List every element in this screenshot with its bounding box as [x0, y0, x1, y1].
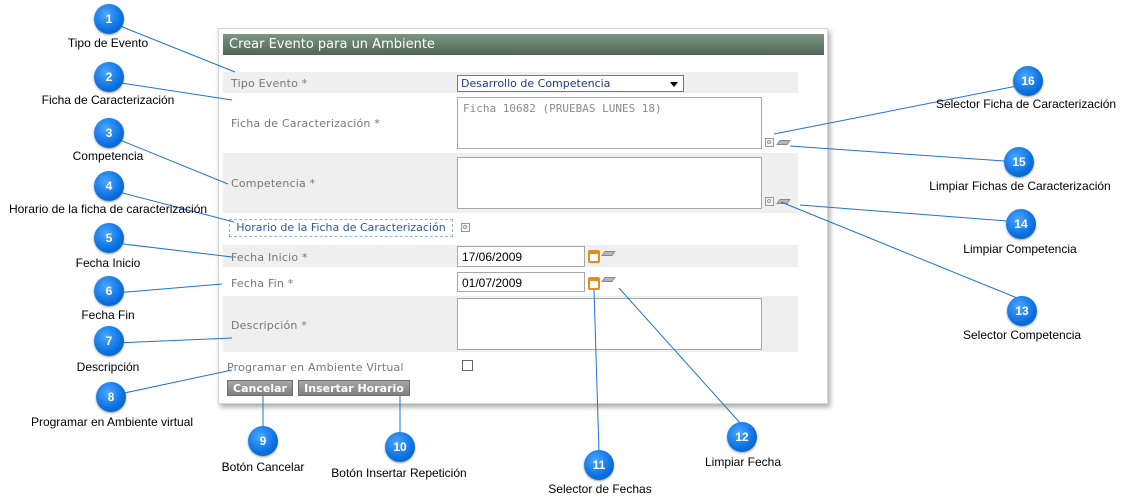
- callout-label-9: Botón Cancelar: [221, 460, 305, 474]
- callout-label-2: Ficha de Caracterización: [41, 93, 175, 107]
- ficha-selector-icon[interactable]: [765, 138, 774, 147]
- virtual-checkbox[interactable]: [462, 360, 473, 371]
- callout-line-6: [114, 283, 223, 294]
- callout-label-16: Selector Ficha de Caracterización: [935, 97, 1117, 111]
- fecha-inicio-field[interactable]: 17/06/2009: [457, 246, 585, 267]
- callout-badge-7: 7: [94, 326, 124, 356]
- callout-label-8: Programar en Ambiente virtual: [30, 415, 194, 429]
- fecha-inicio-clear-icon[interactable]: [602, 248, 615, 257]
- fecha-inicio-label: Fecha Inicio *: [231, 251, 308, 264]
- callout-badge-1: 1: [94, 4, 124, 34]
- callout-badge-15: 15: [1004, 147, 1034, 177]
- callout-badge-13: 13: [1007, 296, 1037, 326]
- competencia-field[interactable]: [457, 157, 762, 209]
- callout-badge-9: 9: [248, 426, 278, 456]
- competencia-label: Competencia *: [231, 177, 316, 190]
- fecha-fin-clear-icon[interactable]: [602, 274, 615, 283]
- callout-badge-4: 4: [94, 171, 124, 201]
- callout-badge-16: 16: [1013, 66, 1043, 96]
- callout-badge-8: 8: [96, 382, 126, 412]
- callout-badge-6: 6: [94, 276, 124, 306]
- callout-label-5: Fecha Inicio: [75, 256, 141, 270]
- callout-label-15: Limpiar Fichas de Caracterización: [929, 179, 1111, 193]
- dialog-title: Crear Evento para un Ambiente: [223, 34, 824, 55]
- calendar-icon[interactable]: [588, 250, 600, 263]
- callout-badge-14: 14: [1006, 209, 1036, 239]
- callout-label-1: Tipo de Evento: [67, 36, 149, 50]
- callout-label-13: Selector Competencia: [962, 328, 1082, 342]
- callout-label-7: Descripción: [76, 360, 140, 374]
- callout-label-14: Limpiar Competencia: [963, 242, 1077, 256]
- fecha-fin-label: Fecha Fin *: [231, 277, 294, 290]
- callout-badge-3: 3: [94, 118, 124, 148]
- tipo-evento-value: Desarrollo de Competencia: [461, 77, 611, 90]
- crear-evento-dialog: Crear Evento para un Ambiente Tipo Event…: [218, 28, 828, 404]
- calendar-icon[interactable]: [588, 277, 600, 290]
- competencia-selector-icon[interactable]: [765, 197, 774, 206]
- descripcion-label: Descripción *: [231, 319, 307, 332]
- callout-label-3: Competencia: [72, 149, 144, 163]
- callout-line-7: [114, 337, 233, 344]
- callout-badge-11: 11: [584, 450, 614, 480]
- callout-label-6: Fecha Fin: [81, 308, 135, 322]
- callout-label-12: Limpiar Fecha: [704, 455, 782, 469]
- descripcion-field[interactable]: [457, 298, 762, 350]
- callout-badge-10: 10: [385, 432, 415, 462]
- callout-label-11: Selector de Fechas: [548, 482, 652, 496]
- callout-label-4: Horario de la ficha de caracterización: [8, 202, 208, 216]
- callout-badge-12: 12: [727, 422, 757, 452]
- horario-search-icon[interactable]: [461, 223, 470, 232]
- cancel-button[interactable]: Cancelar: [227, 380, 293, 396]
- callout-badge-5: 5: [94, 223, 124, 253]
- tipo-evento-label: Tipo Evento *: [231, 77, 308, 90]
- ficha-label: Ficha de Caracterización *: [231, 117, 380, 130]
- insert-horario-button[interactable]: Insertar Horario: [298, 380, 410, 396]
- ficha-field[interactable]: Ficha 10682 (PRUEBAS LUNES 18): [457, 97, 762, 149]
- ficha-clear-icon[interactable]: [777, 137, 790, 146]
- fecha-fin-field[interactable]: 01/07/2009: [457, 272, 585, 292]
- callout-line-5: [114, 242, 233, 258]
- virtual-label: Programar en Ambiente Virtual: [227, 361, 404, 374]
- callout-badge-2: 2: [94, 62, 124, 92]
- tipo-evento-select[interactable]: Desarrollo de Competencia: [457, 75, 684, 92]
- callout-label-10: Botón Insertar Repetición: [331, 466, 467, 480]
- chevron-down-icon: [670, 82, 678, 87]
- horario-ficha-link[interactable]: Horario de la Ficha de Caracterización: [229, 219, 453, 237]
- callout-line-14: [799, 204, 1021, 223]
- competencia-clear-icon[interactable]: [777, 196, 790, 205]
